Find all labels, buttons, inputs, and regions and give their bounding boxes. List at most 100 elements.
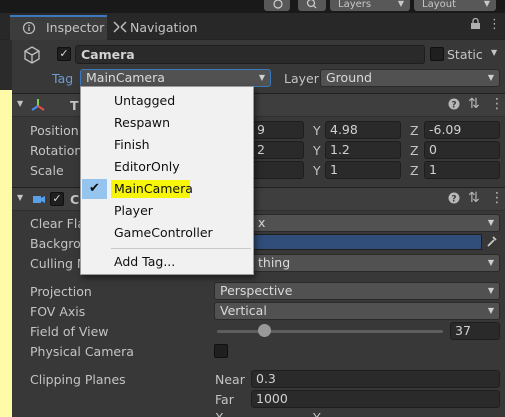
layer-dropdown[interactable]: Ground ▼ — [320, 69, 500, 87]
menu-item-finish[interactable]: Finish — [81, 134, 253, 156]
camera-title-partial: C — [70, 192, 80, 207]
menu-item-label: Untagged — [114, 93, 176, 108]
scale-z-field[interactable]: 1 — [424, 161, 500, 179]
chevron-down-icon: ▼ — [487, 286, 494, 295]
static-checkbox[interactable] — [430, 47, 444, 61]
fold-chevron-icon[interactable]: ▼ — [17, 193, 23, 202]
axis-y-label: Y — [313, 410, 321, 417]
fov-slider-track[interactable] — [217, 330, 443, 333]
axis-y-label: Y — [313, 143, 321, 158]
menu-item-untagged[interactable]: Untagged — [81, 90, 253, 112]
menu-item-add-tag[interactable]: Add Tag... — [81, 251, 253, 273]
culling-mask-value: thing — [258, 255, 291, 270]
rotation-y-field[interactable]: 1.2 — [325, 141, 401, 159]
background-color-swatch[interactable] — [252, 234, 482, 250]
info-icon — [22, 22, 36, 34]
background-label: Backgro — [30, 236, 81, 251]
far-label: Far — [215, 392, 234, 407]
lock-icon[interactable] — [470, 17, 481, 34]
menu-item-editoronly[interactable]: EditorOnly — [81, 156, 253, 178]
menu-item-label: EditorOnly — [114, 159, 180, 174]
history-icon — [273, 0, 283, 9]
tab-navigation-label: Navigation — [130, 20, 198, 35]
preset-icon[interactable]: ⇅ — [468, 96, 480, 112]
component-menu-icon[interactable]: ⋮ — [490, 190, 504, 206]
tab-navigation[interactable]: Navigation — [110, 15, 220, 40]
physical-camera-checkbox[interactable] — [214, 344, 228, 358]
physical-camera-label: Physical Camera — [30, 344, 134, 359]
tag-dropdown[interactable]: MainCamera ▼ — [80, 69, 271, 87]
chevron-down-icon: ▼ — [487, 218, 494, 227]
fov-axis-label: FOV Axis — [30, 304, 86, 319]
tag-dropdown-menu: Untagged Respawn Finish EditorOnly ✔ Mai… — [80, 86, 254, 275]
projection-label: Projection — [30, 284, 92, 299]
axis-y-label: Y — [313, 163, 321, 178]
transform-title-partial: T — [70, 98, 79, 113]
tag-value: MainCamera — [86, 70, 165, 85]
clear-flags-dropdown[interactable]: x ▼ — [252, 214, 500, 232]
object-name-field[interactable]: Camera — [75, 45, 425, 64]
projection-dropdown[interactable]: Perspective ▼ — [214, 282, 500, 300]
menu-item-respawn[interactable]: Respawn — [81, 112, 253, 134]
layout-dropdown[interactable]: Layout ▼ — [414, 0, 496, 11]
axis-z-label: Z — [410, 143, 419, 158]
help-icon[interactable]: ? — [448, 192, 460, 207]
chevron-down-icon: ▼ — [258, 73, 265, 82]
chevron-down-icon: ▼ — [397, 0, 404, 8]
rotation-x-field[interactable]: 2 — [252, 141, 304, 159]
menu-item-player[interactable]: Player — [81, 200, 253, 222]
chevron-down-icon: ▼ — [487, 306, 494, 315]
near-field[interactable]: 0.3 — [251, 370, 500, 388]
menu-item-label: Respawn — [114, 115, 171, 130]
position-z-field[interactable]: -6.09 — [424, 121, 500, 139]
svg-text:?: ? — [451, 195, 456, 205]
field-of-view-label: Field of View — [30, 324, 109, 339]
active-checkbox[interactable]: ✓ — [57, 47, 71, 61]
scene-view-edge — [0, 40, 12, 417]
chevron-down-icon: ▼ — [483, 0, 490, 8]
preset-icon[interactable]: ⇅ — [468, 190, 480, 206]
svg-text:?: ? — [451, 101, 456, 111]
axis-z-label: Z — [410, 123, 419, 138]
tab-inspector-label: Inspector — [46, 20, 105, 35]
menu-item-gamecontroller[interactable]: GameController — [81, 222, 253, 244]
fov-value-field[interactable]: 37 — [450, 322, 500, 340]
checkmark-icon: ✔ — [82, 179, 107, 199]
history-button[interactable] — [264, 0, 290, 11]
axis-x-label: X — [215, 410, 224, 417]
position-label: Position — [30, 123, 79, 138]
rotation-z-field[interactable]: 0 — [424, 141, 500, 159]
far-field[interactable]: 1000 — [251, 390, 500, 408]
scale-y-field[interactable]: 1 — [325, 161, 401, 179]
clear-flags-value: x — [258, 215, 266, 230]
transform-icon — [31, 99, 45, 111]
clear-flags-label: Clear Fla — [30, 216, 85, 231]
fov-axis-value: Vertical — [220, 303, 267, 318]
layers-dropdown[interactable]: Layers ▼ — [330, 0, 410, 11]
layout-label: Layout — [422, 0, 456, 10]
scale-x-field[interactable] — [252, 161, 304, 179]
help-icon[interactable]: ? — [448, 98, 460, 113]
layer-value: Ground — [326, 70, 372, 85]
eyedropper-icon[interactable] — [486, 234, 498, 251]
component-menu-icon[interactable]: ⋮ — [490, 96, 504, 112]
camera-enabled-checkbox[interactable]: ✓ — [50, 192, 64, 206]
static-chevron-icon[interactable]: ▼ — [491, 48, 497, 57]
camera-icon — [33, 196, 45, 203]
more-options-icon[interactable]: ⋮ — [488, 17, 501, 32]
menu-item-maincamera[interactable]: ✔ MainCamera — [81, 178, 253, 200]
projection-value: Perspective — [220, 283, 293, 298]
position-x-field[interactable]: 9 — [252, 121, 304, 139]
fov-slider-handle[interactable] — [258, 324, 271, 337]
position-y-field[interactable]: 4.98 — [325, 121, 401, 139]
clipping-planes-label: Clipping Planes — [30, 372, 126, 387]
menu-item-label: GameController — [114, 225, 213, 240]
culling-mask-dropdown[interactable]: thing ▼ — [252, 254, 500, 272]
fold-chevron-icon[interactable]: ▼ — [17, 99, 23, 108]
layers-label: Layers — [338, 0, 372, 10]
fov-axis-dropdown[interactable]: Vertical ▼ — [214, 302, 500, 320]
search-button[interactable] — [298, 0, 326, 11]
scale-label: Scale — [30, 163, 64, 178]
tab-inspector[interactable]: Inspector — [10, 15, 107, 40]
chevron-down-icon: ▼ — [487, 73, 494, 82]
